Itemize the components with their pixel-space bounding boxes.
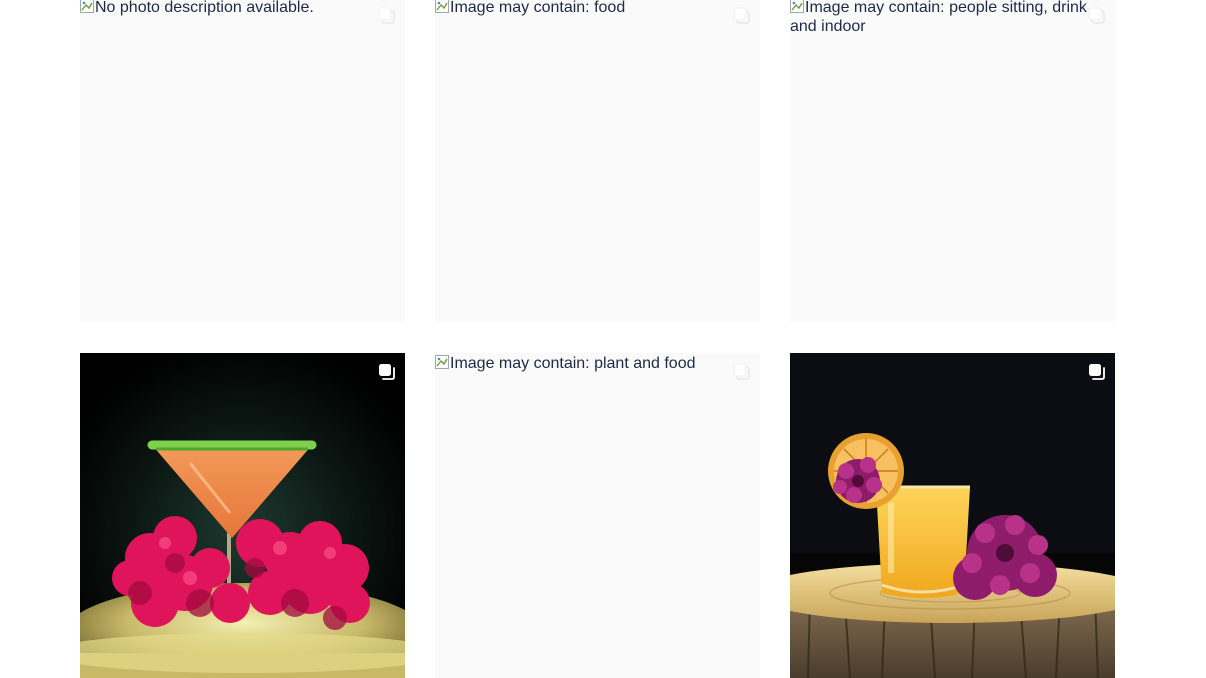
broken-image-alt: Image may contain: plant and food — [435, 353, 760, 373]
post-tile-5[interactable]: Image may contain: plant and food — [435, 353, 760, 678]
broken-image-icon — [435, 355, 449, 369]
post-tile-2[interactable]: Image may contain: food — [435, 0, 760, 322]
post-tile-3[interactable]: Image may contain: people sitting, drink… — [790, 0, 1115, 322]
cocktail-tumbler-photo — [790, 353, 1115, 678]
broken-image-icon — [80, 0, 94, 13]
broken-image-alt: Image may contain: food — [435, 0, 760, 17]
post-tile-4[interactable] — [80, 353, 405, 678]
carousel-icon — [733, 7, 750, 24]
broken-image-alt: Image may contain: people sitting, drink… — [790, 0, 1115, 36]
post-grid: No photo description available. Image ma… — [0, 0, 1206, 678]
carousel-icon — [733, 363, 750, 380]
broken-image-icon — [435, 0, 449, 13]
carousel-icon — [1088, 7, 1105, 24]
post-tile-1[interactable]: No photo description available. — [80, 0, 405, 322]
post-tile-6[interactable] — [790, 353, 1115, 678]
broken-image-alt: No photo description available. — [80, 0, 405, 17]
post-alt-text: No photo description available. — [95, 0, 314, 16]
post-alt-text: Image may contain: people sitting, drink… — [790, 0, 1087, 35]
carousel-icon — [379, 364, 395, 380]
post-alt-text: Image may contain: plant and food — [450, 355, 696, 372]
carousel-icon — [378, 7, 395, 24]
post-alt-text: Image may contain: food — [450, 0, 626, 16]
cocktail-martini-photo — [80, 353, 405, 678]
carousel-icon — [1089, 364, 1105, 380]
broken-image-icon — [790, 0, 804, 13]
